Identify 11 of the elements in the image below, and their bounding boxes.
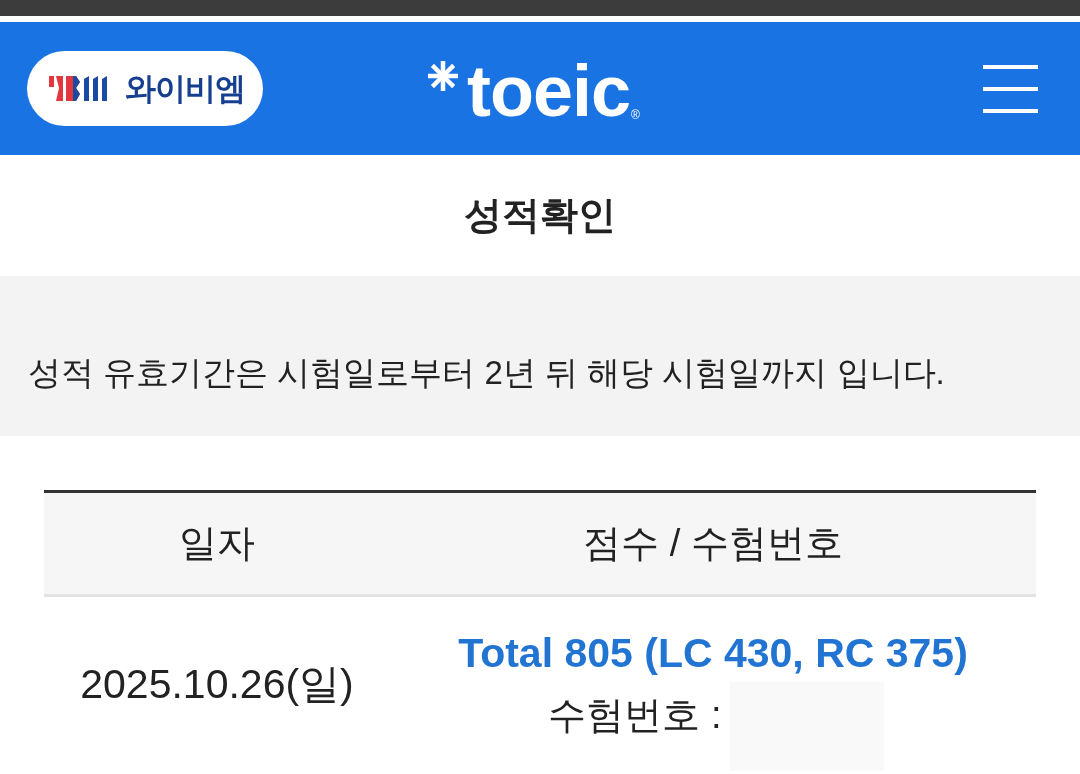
score-text: Total 805 (LC 430, RC 375) [458, 629, 968, 677]
logo-link[interactable]: 와이비엠 [27, 51, 263, 126]
column-header: 점수 / 수험번호 [390, 491, 1036, 596]
date-cell: 2025.10.26(일) [44, 595, 390, 771]
column-header: 일자 [44, 491, 390, 596]
notice-text: 성적 유효기간은 시험일로부터 2년 뒤 해당 시험일까지 입니다. [28, 352, 945, 393]
menu-icon [983, 64, 1038, 113]
brand-logo-link[interactable]: toeic® [425, 50, 640, 127]
menu-button[interactable] [983, 64, 1038, 113]
exam-number-label: 수험번호 : [548, 693, 722, 738]
page-title: 성적확인 [464, 192, 616, 238]
